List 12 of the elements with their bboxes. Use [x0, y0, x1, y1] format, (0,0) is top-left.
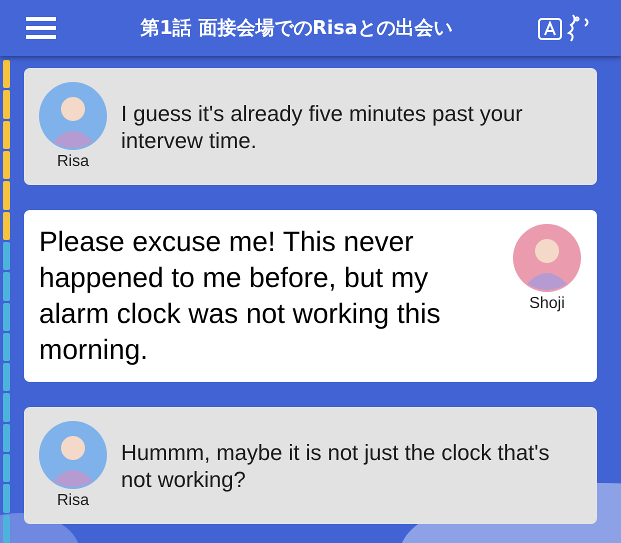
speaker-name: Risa [56, 492, 89, 510]
menu-button[interactable] [26, 16, 56, 40]
episode-title: 第1話 面接会場でのRisaとの出会い [140, 16, 453, 41]
speaker-name: Risa [56, 153, 89, 171]
message-card[interactable]: Risa Hummm, maybe it is not just the clock that's not working? [24, 407, 597, 524]
message-text: Please excuse me! This never happened to me before, but my alarm clock was not working this morning. [39, 225, 442, 367]
message-text: Hummm, maybe it is not just the clock that's not working? [121, 438, 550, 492]
message-card[interactable]: Risa I guess it's already five minutes past your intervew time. [24, 68, 597, 185]
message-card[interactable]: Shoji Please excuse me! This never happened to me before, but my alarm clock was not working this morning. [24, 210, 597, 382]
speaker-name: Shoji [529, 295, 565, 313]
message-text: I guess it's already five minutes past your intervew time. [121, 100, 524, 154]
menu-icon [26, 16, 56, 40]
